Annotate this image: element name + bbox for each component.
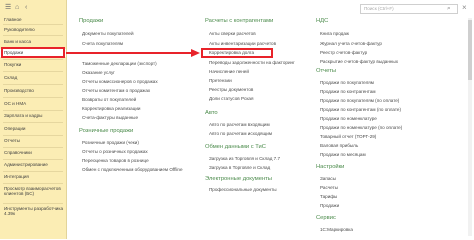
link-upload-ts[interactable]: Загрузка в Торговле и Склад <box>209 165 270 171</box>
link-professional-docs[interactable]: Профессиональные документы <box>209 187 277 193</box>
scrollbar-thumb[interactable] <box>468 20 472 80</box>
link-sales-by-contractors-paid[interactable]: Продажи по контрагентам (по оплате) <box>320 107 401 113</box>
search-input[interactable]: Поиск (Ctrl+F) <box>360 4 458 14</box>
link-invoice-journal[interactable]: Журнал учета счетов-фактур <box>320 41 382 47</box>
sidebar-divider <box>3 159 63 160</box>
link-retail-reports[interactable]: Отчеты о розничных продажах <box>82 149 148 155</box>
link-auto-outgoing[interactable]: Авто по расчетам исходящим <box>209 131 272 137</box>
link-issued-invoices[interactable]: Счета-фактуры выданные <box>82 115 138 121</box>
sidebar-item-main[interactable]: Главное <box>0 17 66 22</box>
link-sales-by-customers-paid[interactable]: Продажи по покупателям (по оплате) <box>320 98 399 104</box>
section-heading-auto: Авто <box>205 110 218 116</box>
sidebar-divider <box>3 171 63 172</box>
sidebar-divider <box>3 59 63 60</box>
link-status-shares[interactable]: Доли статусов Рская <box>209 96 253 102</box>
link-retail-receipts[interactable]: Розничные продажи (чеки) <box>82 140 139 146</box>
sidebar-item-director[interactable]: Руководителю <box>0 27 66 32</box>
sidebar-item-fixed-assets[interactable]: ОС и НМА <box>0 101 66 106</box>
link-claims[interactable]: Претензии <box>209 78 232 84</box>
section-heading-service: Сервис <box>316 215 336 221</box>
sidebar-divider <box>3 71 63 72</box>
link-sales-by-month[interactable]: Продажи по месяцам <box>320 152 366 158</box>
sidebar-divider <box>3 24 63 25</box>
link-customs-declarations[interactable]: Таможенные декларации (экспорт) <box>82 61 157 67</box>
sidebar-item-reports[interactable]: Отчеты <box>0 138 66 143</box>
sidebar-divider <box>3 35 63 36</box>
link-customer-returns[interactable]: Возвраты от покупателей <box>82 97 136 103</box>
section-heading-settings: Настройки <box>316 164 345 170</box>
link-penalties[interactable]: Начисление пеней <box>209 69 249 75</box>
link-offline-equipment[interactable]: Обмен с подключенным оборудованием Offli… <box>82 167 183 173</box>
link-marking[interactable]: 1С:Маркировка <box>320 227 353 233</box>
section-heading-vat: НДС <box>316 18 329 24</box>
sidebar-item-client-settlements[interactable]: Просмотр взаиморасчетов клиентов (БС) <box>0 186 66 197</box>
link-sales-by-items-paid[interactable]: Продажи по номенклатуре (по оплате) <box>320 125 402 131</box>
close-icon[interactable]: × <box>462 3 467 13</box>
sidebar-divider <box>3 97 63 98</box>
sidebar-divider <box>3 84 63 85</box>
link-invoice-disclosure[interactable]: Раскрытие счетов-фактур выданных <box>320 59 398 65</box>
link-sales-adjustment[interactable]: Корректировка реализации <box>82 106 140 112</box>
link-retail-revaluation[interactable]: Переоценка товаров в рознице <box>82 158 149 164</box>
back-icon[interactable]: ‹ <box>25 4 27 11</box>
search-icon[interactable]: ⌕ <box>447 4 451 13</box>
section-heading-edocs: Электронные документы <box>205 176 272 182</box>
link-inventory-acts[interactable]: Акты инвентаризации расчетов <box>209 41 276 47</box>
sidebar-item-developer-tools[interactable]: Инструменты разработчика 4.39к <box>0 206 66 217</box>
sidebar-item-warehouse[interactable]: Склад <box>0 75 66 80</box>
link-settings-settlements[interactable]: Расчеты <box>320 185 338 191</box>
sidebar-divider <box>3 203 63 204</box>
sidebar: ☰ ⌂ ‹ Главное Руководителю Банк и касса … <box>0 0 67 239</box>
link-factoring-transfers[interactable]: Переводы задолженности на факторинг <box>209 60 295 66</box>
link-services[interactable]: Оказание услуг <box>82 70 115 76</box>
link-sales-book[interactable]: Книга продаж <box>320 31 349 37</box>
link-import-ts-77[interactable]: Загрузка из Торговля и Склад 7.7 <box>209 156 280 162</box>
sidebar-divider <box>3 122 63 123</box>
link-settings-tariffs[interactable]: Тарифы <box>320 194 337 200</box>
link-consignor-reports[interactable]: Отчеты комитентам о продажах <box>82 88 150 94</box>
sidebar-item-production[interactable]: Производство <box>0 88 66 93</box>
link-invoice-register[interactable]: Реестр счетов-фактур <box>320 50 367 56</box>
sidebar-item-administration[interactable]: Администрирование <box>0 162 66 167</box>
sidebar-item-operations[interactable]: Операции <box>0 126 66 131</box>
sidebar-divider <box>3 110 63 111</box>
sidebar-item-bank-cash[interactable]: Банк и касса <box>0 39 66 44</box>
link-settings-sales[interactable]: Продажи <box>320 203 339 209</box>
link-debt-adjustment[interactable]: Корректировка долга <box>209 50 254 56</box>
link-customer-invoices[interactable]: Счета покупателям <box>82 41 123 47</box>
sidebar-divider <box>3 135 63 136</box>
link-gross-profit[interactable]: Валовая прибыль <box>320 143 358 149</box>
link-settings-stocks[interactable]: Запасы <box>320 176 336 182</box>
menu-icon[interactable]: ☰ <box>5 4 11 11</box>
sidebar-divider <box>3 47 63 48</box>
link-sales-by-contractors[interactable]: Продажи по контрагентам <box>320 89 376 95</box>
section-heading-data-exchange: Обмен данными с ТиС <box>205 144 266 150</box>
link-sales-by-items[interactable]: Продажи по номенклатуре <box>320 116 377 122</box>
link-customer-documents[interactable]: Документы покупателей <box>82 31 134 37</box>
sidebar-item-payroll[interactable]: Зарплата и кадры <box>0 113 66 118</box>
sidebar-item-catalogs[interactable]: Справочники <box>0 150 66 155</box>
section-heading-retail: Розничные продажи <box>79 128 134 134</box>
link-document-registers[interactable]: Реестры документов <box>209 87 253 93</box>
link-reconciliation-acts[interactable]: Акты сверки расчетов <box>209 31 256 37</box>
section-heading-sales: Продажи <box>79 18 104 24</box>
section-heading-settlements: Расчеты с контрагентами <box>205 18 274 24</box>
sidebar-divider <box>3 147 63 148</box>
link-sales-by-customers[interactable]: Продажи по покупателям <box>320 80 374 86</box>
link-commissioner-reports[interactable]: Отчеты комиссионеров о продажах <box>82 79 158 85</box>
home-icon[interactable]: ⌂ <box>15 4 19 11</box>
section-heading-reports: Отчеты <box>316 68 337 74</box>
link-auto-incoming[interactable]: Авто по расчетам входящим <box>209 122 270 128</box>
link-goods-report[interactable]: Товарный отчет (ТОРГ-29) <box>320 134 376 140</box>
sidebar-item-sales[interactable]: Продажи <box>0 49 66 57</box>
sidebar-divider <box>3 183 63 184</box>
sidebar-item-integration[interactable]: Интеграция <box>0 174 66 179</box>
sidebar-item-purchases[interactable]: Покупки <box>0 62 66 67</box>
